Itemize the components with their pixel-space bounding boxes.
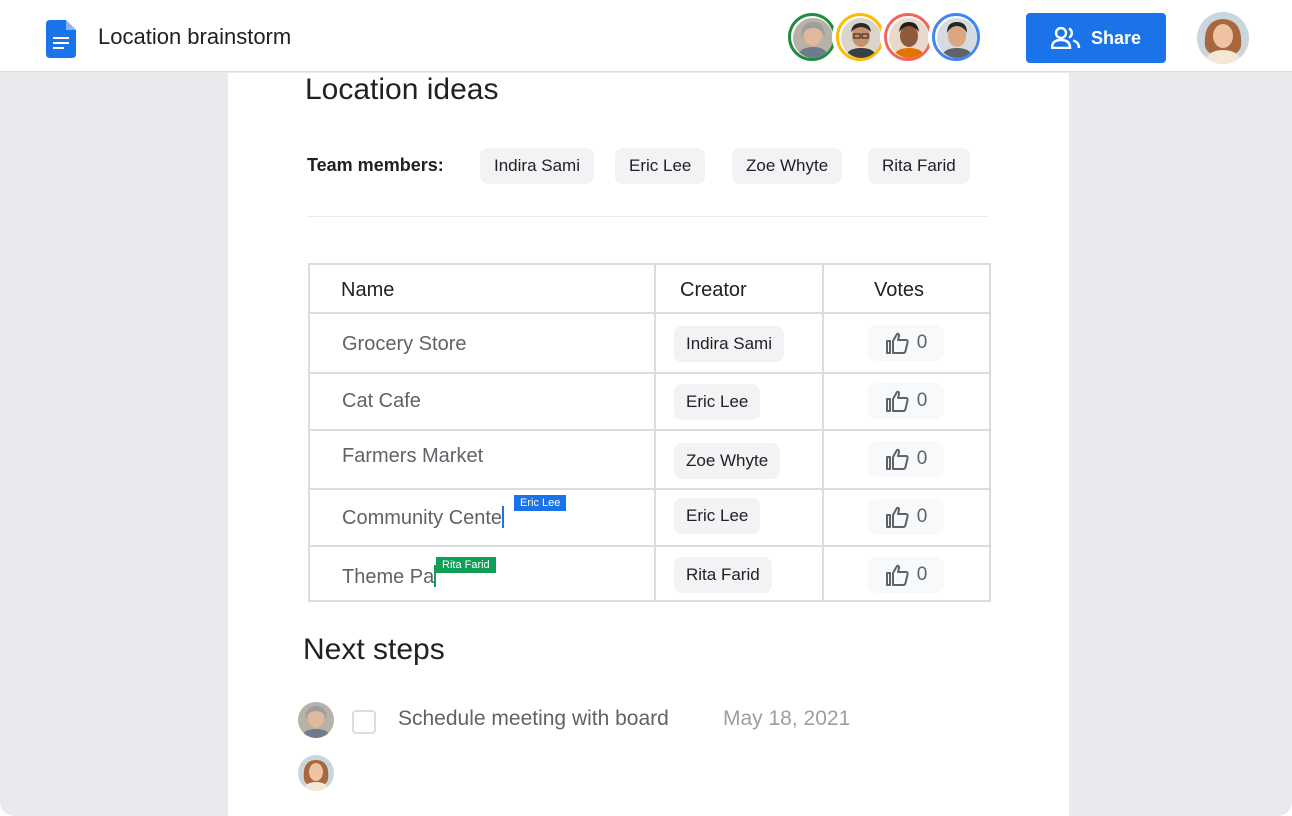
- column-header-votes: Votes: [874, 279, 925, 301]
- location-name-text: Community Cente: [342, 507, 503, 529]
- column-header-name: Name: [341, 279, 395, 301]
- location-name-text: Theme Pa: [342, 566, 435, 588]
- app-window: Location brainstorm Share Location ideas…: [0, 0, 1292, 816]
- account-avatar[interactable]: [1197, 12, 1249, 64]
- share-button[interactable]: Share: [1026, 13, 1166, 63]
- thumbs-up-icon: [885, 564, 909, 586]
- collaborator-cursor: [502, 506, 505, 528]
- collaborator-avatar[interactable]: [928, 9, 984, 65]
- location-name[interactable]: Theme Pa: [342, 565, 437, 589]
- person-chip[interactable]: Eric Lee: [615, 148, 706, 184]
- task-checkbox[interactable]: [352, 710, 376, 734]
- share-label: Share: [1090, 27, 1142, 48]
- assignee-avatar[interactable]: [298, 755, 334, 791]
- vote-button[interactable]: 0: [868, 441, 944, 477]
- document-title[interactable]: Location brainstorm: [98, 24, 291, 50]
- avatar-image: [298, 702, 334, 738]
- vote-button[interactable]: 0: [868, 557, 944, 593]
- avatar-image: [889, 18, 929, 58]
- task-text[interactable]: Schedule meeting with board: [398, 707, 669, 731]
- assignee-avatar[interactable]: [298, 702, 334, 738]
- document-page[interactable]: Location ideas Team members: Indira Sami…: [228, 73, 1069, 816]
- task-due-date[interactable]: May 18, 2021: [723, 707, 850, 731]
- row-divider: [310, 545, 989, 547]
- row-divider: [310, 488, 989, 490]
- cursor-label: Rita Farid: [436, 557, 496, 573]
- avatar-image: [841, 18, 881, 58]
- vote-button[interactable]: 0: [868, 325, 944, 361]
- vote-button[interactable]: 0: [868, 499, 944, 535]
- thumbs-up-icon: [885, 506, 909, 528]
- thumbs-up-icon: [885, 448, 909, 470]
- vote-count: 0: [916, 506, 928, 527]
- avatar-image: [298, 755, 334, 791]
- creator-chip[interactable]: Rita Farid: [674, 557, 772, 593]
- column-divider: [654, 265, 656, 600]
- heading-location-ideas: Location ideas: [305, 73, 499, 106]
- person-chip[interactable]: Rita Farid: [868, 148, 970, 184]
- row-divider: [310, 429, 989, 431]
- locations-table: Name Creator Votes Grocery Store Indira …: [308, 263, 991, 602]
- divider: [307, 216, 988, 217]
- person-chip[interactable]: Zoe Whyte: [732, 148, 843, 184]
- person-chip[interactable]: Indira Sami: [480, 148, 594, 184]
- vote-button[interactable]: 0: [868, 383, 944, 419]
- creator-chip[interactable]: Eric Lee: [674, 498, 761, 534]
- heading-next-steps: Next steps: [303, 633, 445, 666]
- location-name[interactable]: Cat Cafe: [342, 390, 421, 413]
- location-name[interactable]: Community Cente: [342, 506, 505, 530]
- column-header-creator: Creator: [680, 279, 747, 301]
- row-divider: [310, 372, 989, 374]
- creator-chip[interactable]: Zoe Whyte: [674, 443, 781, 479]
- vote-count: 0: [916, 332, 928, 353]
- avatar-image: [793, 18, 833, 58]
- vote-count: 0: [916, 390, 928, 411]
- vote-count: 0: [916, 448, 928, 469]
- avatar-image: [1197, 12, 1249, 64]
- creator-chip[interactable]: Indira Sami: [674, 326, 784, 362]
- cursor-label: Eric Lee: [514, 495, 567, 511]
- people-icon: [1050, 27, 1081, 49]
- docs-icon[interactable]: [46, 20, 76, 58]
- column-divider: [822, 265, 824, 600]
- creator-chip[interactable]: Eric Lee: [674, 384, 761, 420]
- vote-count: 0: [916, 564, 928, 585]
- row-divider: [310, 312, 989, 314]
- top-bar: Location brainstorm Share: [0, 0, 1292, 72]
- team-members-label: Team members:: [307, 155, 444, 175]
- thumbs-up-icon: [885, 390, 909, 412]
- location-name[interactable]: Farmers Market: [342, 445, 483, 468]
- avatar-image: [937, 18, 977, 58]
- thumbs-up-icon: [885, 332, 909, 354]
- location-name[interactable]: Grocery Store: [342, 333, 466, 356]
